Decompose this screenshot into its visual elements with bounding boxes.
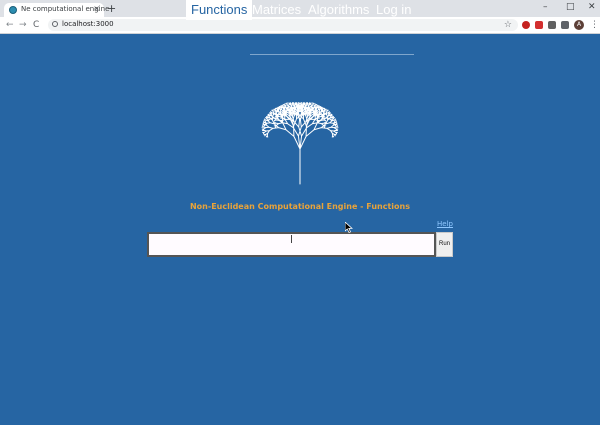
bookmark-star-icon[interactable]: ☆	[504, 19, 512, 31]
tab-favicon-icon	[9, 6, 17, 14]
page-heading: Non-Euclidean Computational Engine - Fun…	[189, 202, 410, 211]
forward-icon[interactable]: →	[19, 19, 27, 31]
mouse-pointer-icon	[345, 222, 353, 233]
reload-icon[interactable]: C	[33, 19, 39, 31]
fractal-tree-logo	[261, 101, 339, 185]
close-window-icon[interactable]: ✕	[588, 2, 596, 12]
extension-gray-icon[interactable]	[548, 21, 556, 29]
help-link[interactable]: Help	[437, 220, 453, 228]
profile-avatar[interactable]: A	[574, 20, 584, 30]
extension-shield-icon[interactable]	[535, 21, 543, 29]
tree-branches	[261, 101, 339, 185]
browser-menu-icon[interactable]: ⋮	[590, 19, 599, 31]
new-tab-icon[interactable]: +	[107, 3, 116, 14]
text-caret	[291, 235, 292, 243]
back-icon[interactable]: ←	[6, 19, 14, 31]
nav-matrices[interactable]: Matrices	[247, 0, 306, 20]
minimize-icon[interactable]: –	[543, 2, 548, 12]
tab-close-icon[interactable]: ×	[93, 4, 100, 14]
run-button[interactable]: Run	[436, 232, 453, 257]
url-text: localhost:3000	[62, 20, 114, 28]
address-bar[interactable]: localhost:3000 ☆	[48, 19, 518, 31]
extension-red-icon[interactable]	[522, 21, 530, 29]
site-info-icon[interactable]	[52, 21, 58, 27]
nav-algorithms[interactable]: Algorithms	[303, 0, 374, 20]
nav-divider	[250, 54, 414, 55]
browser-tab[interactable]: Ne computational engine ×	[4, 3, 109, 17]
nav-login[interactable]: Log in	[371, 0, 416, 20]
nav-functions[interactable]: Functions	[186, 0, 253, 20]
maximize-icon[interactable]: □	[566, 2, 575, 12]
puzzle-icon[interactable]	[561, 21, 569, 29]
